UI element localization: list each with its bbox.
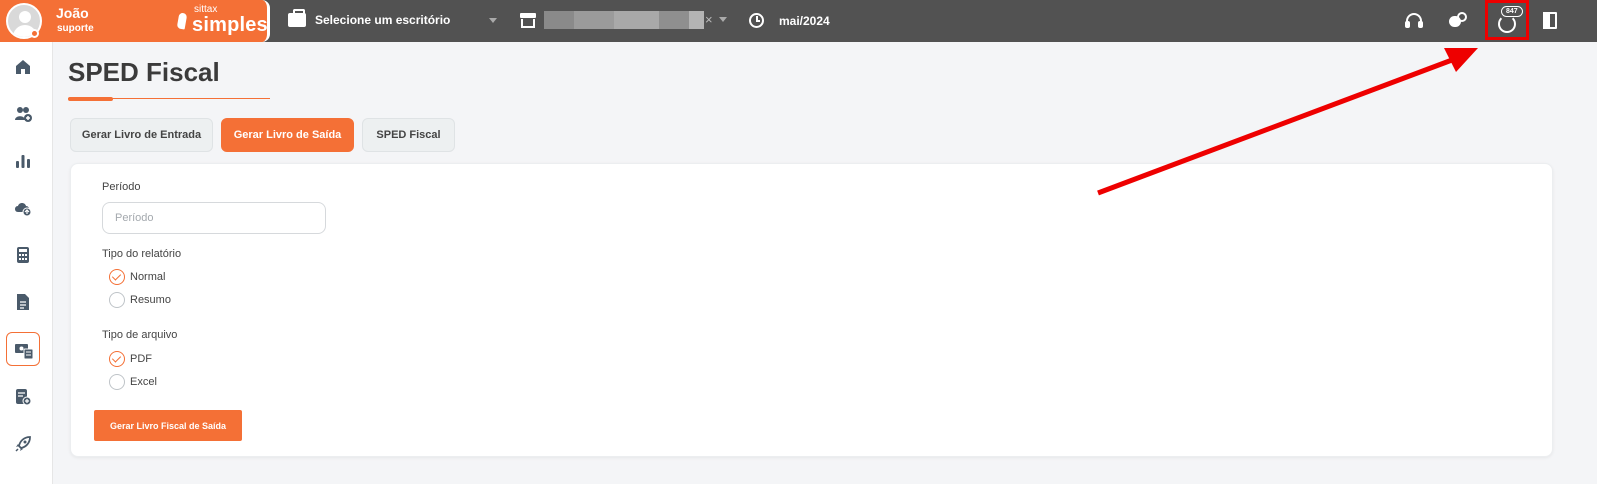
company-selector[interactable]: ×: [520, 10, 740, 32]
logo-main-text: simples: [192, 14, 268, 36]
money-report-icon: [15, 344, 33, 359]
user-panel[interactable]: João suporte sittax simples: [0, 0, 270, 42]
sidebar-item-calculator[interactable]: [6, 238, 40, 272]
sidebar-item-launch[interactable]: [6, 427, 40, 461]
app-logo: sittax simples: [176, 4, 268, 38]
user-role: suporte: [57, 23, 94, 34]
top-bar: João suporte sittax simples Selecione um…: [0, 0, 1597, 42]
chat-icon[interactable]: [1449, 11, 1469, 31]
generate-exit-book-button[interactable]: Gerar Livro Fiscal de Saída: [94, 410, 242, 441]
tab-exit-book[interactable]: Gerar Livro de Saída: [221, 118, 354, 152]
user-name: João: [56, 5, 89, 21]
option-label: Normal: [130, 271, 166, 283]
sidebar-item-reports[interactable]: [6, 144, 40, 178]
chevron-down-icon[interactable]: [719, 17, 727, 22]
calculator-icon: [17, 247, 29, 263]
report-type-label: Tipo do relatório: [102, 248, 182, 260]
tab-entry-book[interactable]: Gerar Livro de Entrada: [70, 118, 213, 152]
document-icon: [17, 294, 29, 310]
sidebar-item-invoices[interactable]: [6, 380, 40, 414]
briefcase-icon: [288, 9, 306, 27]
period-label: Período: [102, 181, 141, 193]
radio-unchecked[interactable]: [109, 374, 125, 390]
store-icon: [520, 13, 536, 28]
report-type-normal-option[interactable]: Normal: [109, 268, 165, 286]
sidebar-item-users[interactable]: [6, 97, 40, 131]
invoice-add-icon: [16, 389, 32, 406]
file-type-pdf-option[interactable]: PDF: [109, 350, 152, 368]
rocket-icon: [15, 436, 31, 452]
status-indicator: [30, 29, 39, 38]
clock-icon: [749, 13, 764, 28]
sidebar-item-upload[interactable]: [6, 191, 40, 225]
home-icon: [16, 60, 30, 74]
headset-icon[interactable]: [1404, 11, 1424, 31]
period-value: mai/2024: [779, 14, 830, 28]
page-title: SPED Fiscal: [68, 57, 220, 87]
radio-unchecked[interactable]: [109, 292, 125, 308]
file-type-excel-option[interactable]: Excel: [109, 373, 157, 391]
sidebar-item-documents[interactable]: [6, 285, 40, 319]
file-type-label: Tipo de arquivo: [102, 329, 178, 341]
check-circle-icon: [1498, 15, 1516, 33]
period-input[interactable]: [102, 202, 326, 234]
users-icon: [15, 107, 32, 122]
option-label: Excel: [130, 376, 157, 388]
sidebar: [0, 42, 53, 484]
report-type-summary-option[interactable]: Resumo: [109, 291, 171, 309]
cloud-upload-icon: [15, 203, 32, 217]
clear-icon[interactable]: ×: [705, 12, 713, 27]
sidebar-item-home[interactable]: [6, 50, 40, 84]
option-label: Resumo: [130, 294, 171, 306]
sidebar-item-fiscal[interactable]: [6, 332, 40, 366]
logout-icon[interactable]: [1540, 11, 1560, 31]
company-name-redacted: [544, 11, 704, 29]
office-selector[interactable]: Selecione um escritório: [288, 9, 503, 32]
chevron-down-icon[interactable]: [489, 18, 497, 23]
title-underline-accent: [68, 97, 113, 101]
office-selector-label: Selecione um escritório: [315, 13, 451, 27]
radio-checked[interactable]: [109, 351, 125, 367]
notification-count-badge: 847: [1501, 6, 1523, 17]
period-selector[interactable]: mai/2024: [749, 10, 849, 32]
tab-sped-fiscal[interactable]: SPED Fiscal: [362, 118, 455, 152]
leaf-icon: [176, 12, 188, 30]
option-label: PDF: [130, 353, 152, 365]
radio-checked[interactable]: [109, 269, 125, 285]
notifications-button[interactable]: 847: [1485, 0, 1529, 40]
chart-icon: [16, 155, 30, 168]
